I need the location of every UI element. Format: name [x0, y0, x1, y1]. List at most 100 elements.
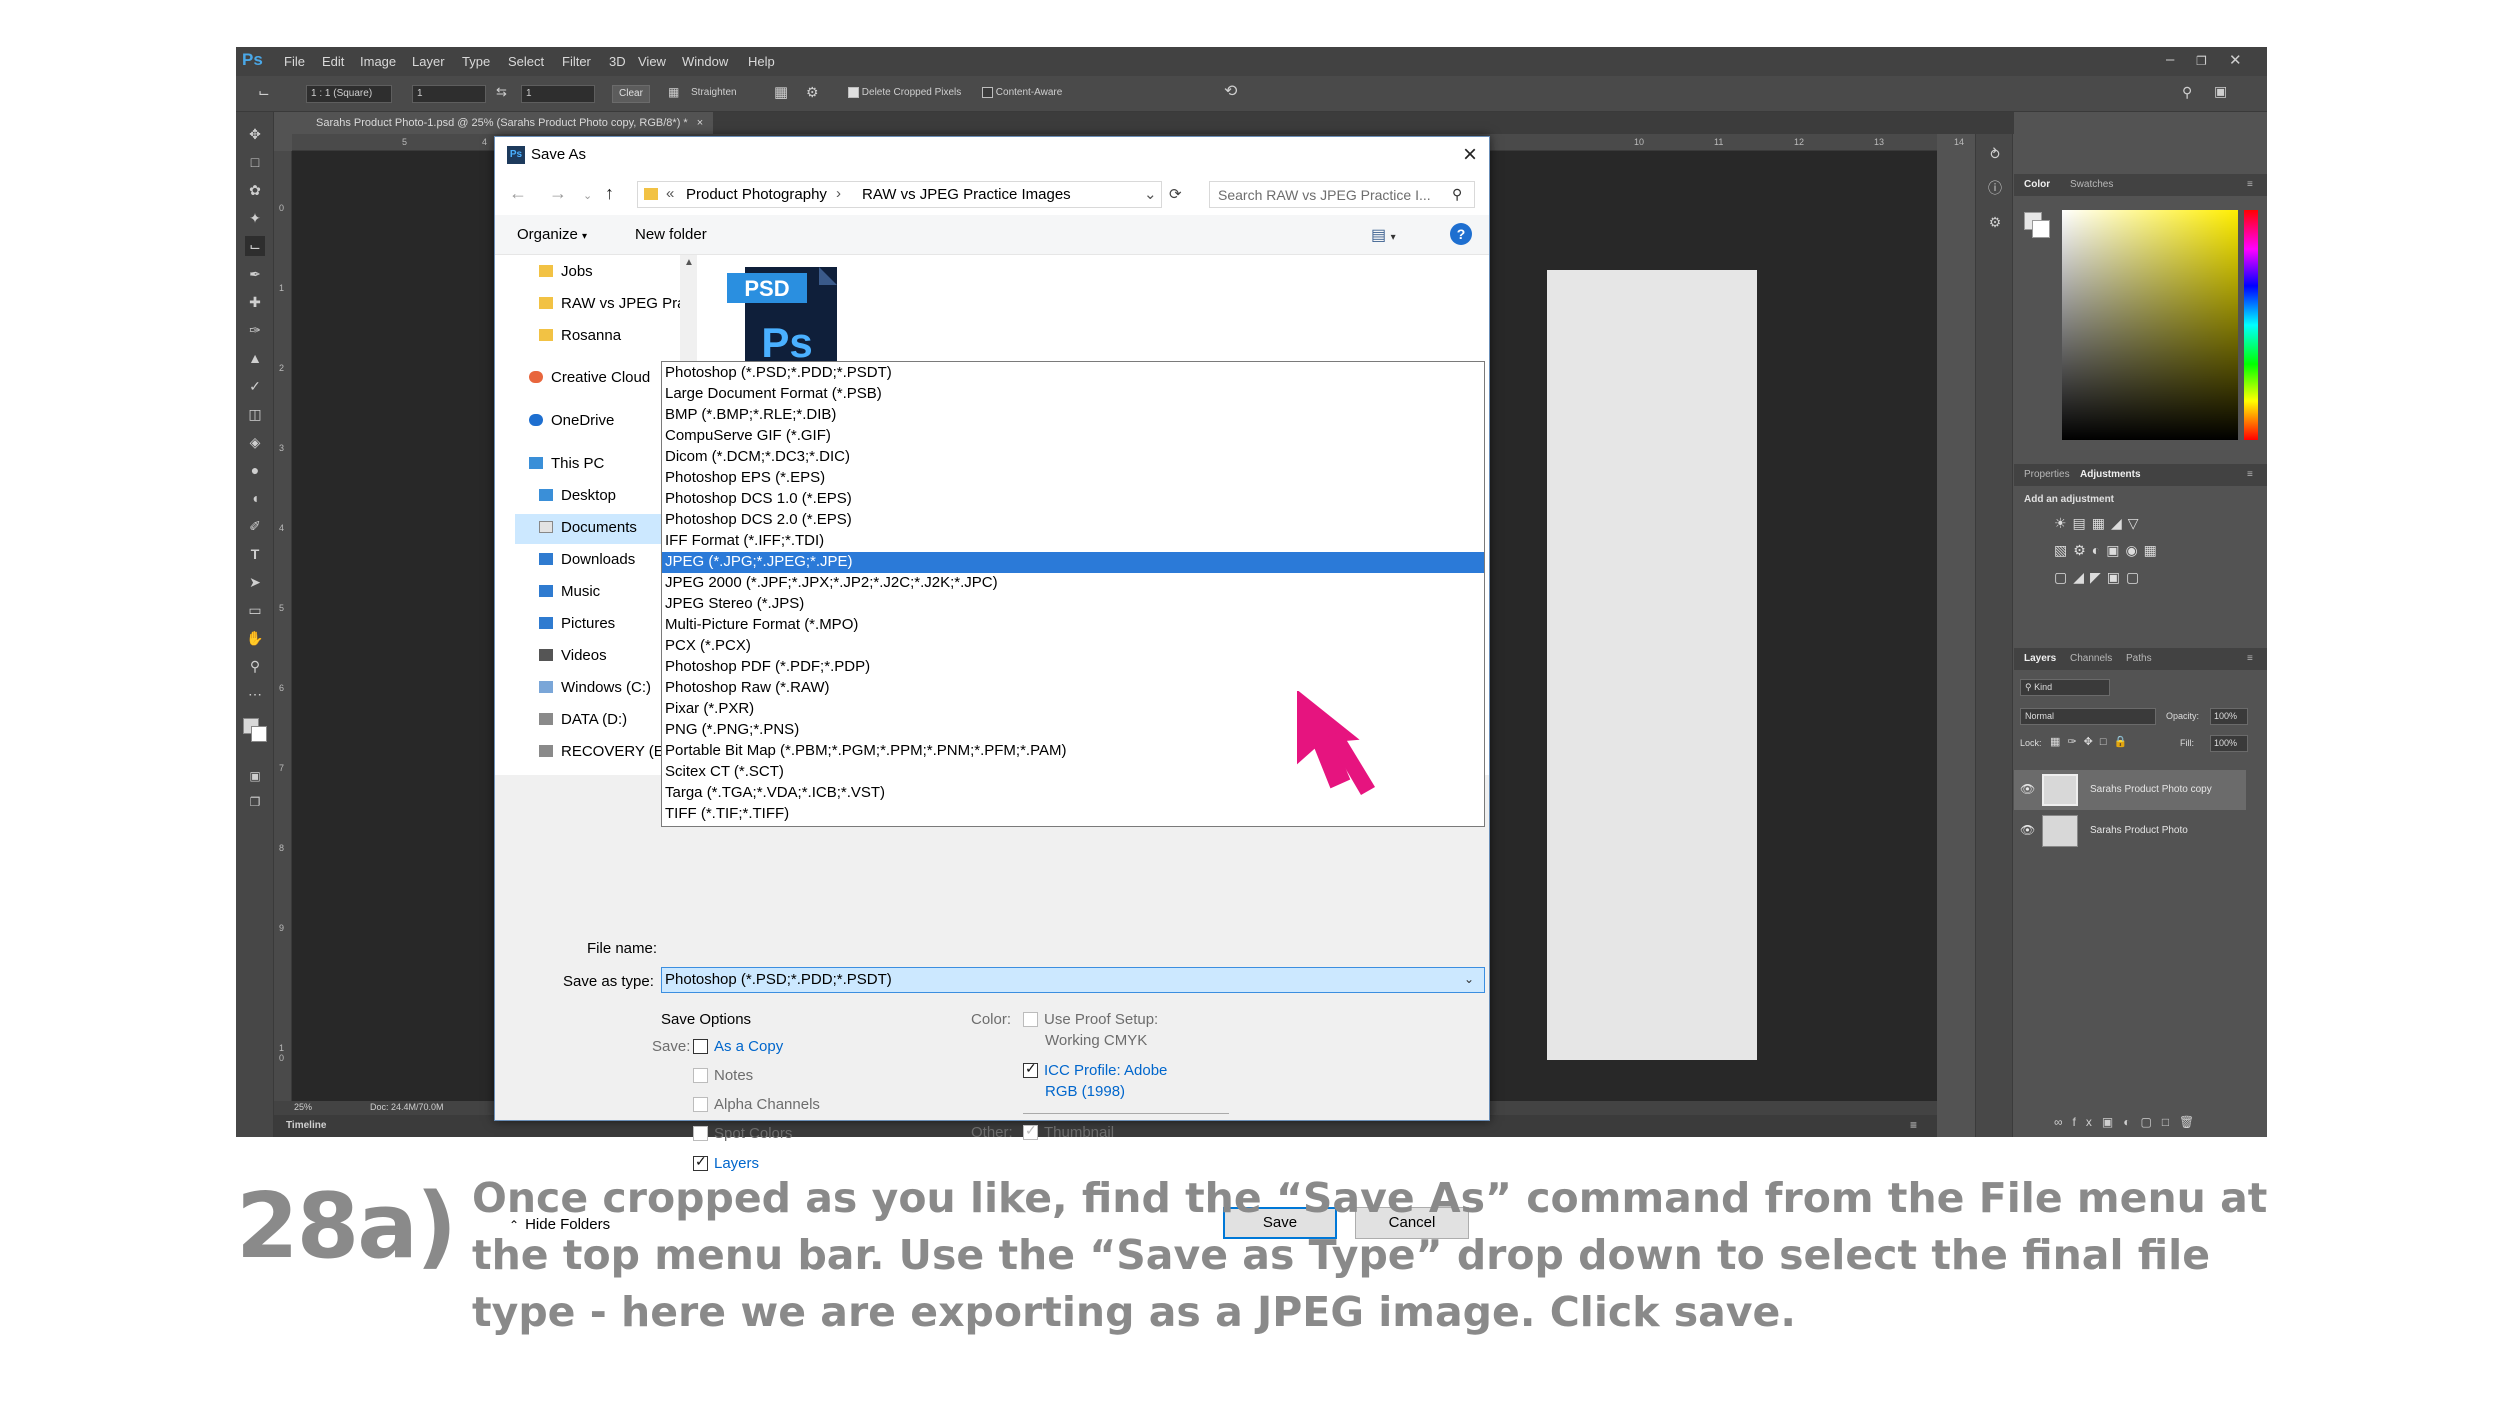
- content-aware-checkbox[interactable]: Content-Aware: [982, 87, 1062, 98]
- tab-adjustments[interactable]: Adjustments: [2080, 469, 2141, 480]
- nav-item-desktop[interactable]: Desktop: [539, 487, 616, 504]
- properties-panel-icon[interactable]: ⚙: [1985, 212, 2005, 232]
- file-type-option[interactable]: JPEG Stereo (*.JPS): [662, 594, 1484, 615]
- ratio-width-input[interactable]: 1: [412, 85, 486, 103]
- as-a-copy-checkbox[interactable]: As a Copy: [693, 1038, 783, 1055]
- quick-mask-icon[interactable]: ▣: [245, 766, 265, 786]
- scroll-up-icon[interactable]: ▲: [684, 257, 694, 268]
- panel-menu-icon[interactable]: ≡: [2247, 469, 2253, 480]
- type-tool-icon[interactable]: T: [245, 544, 265, 564]
- brush-tool-icon[interactable]: ✑: [245, 320, 265, 340]
- file-type-option[interactable]: Photoshop DCS 1.0 (*.EPS): [662, 489, 1484, 510]
- rectangle-tool-icon[interactable]: ▭: [245, 600, 265, 620]
- hand-tool-icon[interactable]: ✋: [245, 628, 265, 648]
- nav-item-onedrive[interactable]: OneDrive: [529, 412, 614, 429]
- background-color-swatch[interactable]: [2032, 220, 2050, 238]
- menu-window[interactable]: Window: [682, 54, 728, 69]
- menu-3d[interactable]: 3D: [609, 54, 626, 69]
- magic-wand-icon[interactable]: ✦: [245, 208, 265, 228]
- tab-swatches[interactable]: Swatches: [2070, 179, 2113, 190]
- document-tab[interactable]: Sarahs Product Photo-1.psd @ 25% (Sarahs…: [274, 112, 714, 134]
- nav-item-videos[interactable]: Videos: [539, 647, 607, 664]
- layer-row[interactable]: 👁 Sarahs Product Photo: [2014, 811, 2246, 851]
- icc-profile-checkbox[interactable]: ✓ ICC Profile: Adobe: [1023, 1060, 1167, 1079]
- layer-filter-select[interactable]: ⚲ Kind: [2020, 679, 2110, 696]
- view-options-icon[interactable]: ▤ ▾: [1371, 225, 1396, 245]
- refresh-icon[interactable]: ⟳: [1169, 185, 1182, 203]
- layer-row[interactable]: 👁 Sarahs Product Photo copy: [2014, 770, 2246, 810]
- blend-mode-select[interactable]: Normal: [2020, 708, 2156, 725]
- close-icon[interactable]: ×: [1463, 141, 1477, 169]
- close-tab-icon[interactable]: ×: [697, 117, 703, 129]
- tab-layers[interactable]: Layers: [2024, 653, 2056, 664]
- panel-menu-icon[interactable]: ≡: [1910, 1118, 1917, 1132]
- stamp-tool-icon[interactable]: ▲: [245, 348, 265, 368]
- lasso-tool-icon[interactable]: ✿: [245, 180, 265, 200]
- layer-actions[interactable]: ∞fx▣◐▢□🗑: [2054, 1115, 2204, 1129]
- back-arrow-icon[interactable]: ←: [509, 183, 527, 204]
- chevron-right-icon[interactable]: ›: [836, 185, 841, 202]
- background-color-swatch[interactable]: [251, 726, 267, 742]
- file-type-option[interactable]: IFF Format (*.IFF;*.TDI): [662, 531, 1484, 552]
- timeline-tab[interactable]: Timeline: [286, 1120, 326, 1131]
- hue-slider[interactable]: [2244, 210, 2258, 440]
- ratio-select[interactable]: 1 : 1 (Square): [306, 85, 392, 103]
- visibility-eye-icon[interactable]: 👁: [2020, 823, 2035, 837]
- crop-tool-icon[interactable]: ⌙: [258, 84, 270, 101]
- color-field[interactable]: [2062, 210, 2238, 440]
- panel-menu-icon[interactable]: ≡: [2247, 179, 2253, 190]
- address-bar[interactable]: « Product Photography › RAW vs JPEG Prac…: [637, 181, 1162, 208]
- nav-item-windows-drive[interactable]: Windows (C:): [539, 679, 651, 696]
- reset-icon[interactable]: ⟲: [1224, 81, 1237, 101]
- fill-input[interactable]: 100%: [2210, 735, 2248, 752]
- tab-paths[interactable]: Paths: [2126, 653, 2152, 664]
- more-tools-icon[interactable]: ⋯: [245, 684, 265, 704]
- visibility-eye-icon[interactable]: 👁: [2020, 782, 2035, 796]
- file-type-option[interactable]: JPEG (*.JPG;*.JPEG;*.JPE): [662, 552, 1484, 573]
- path-select-icon[interactable]: ➤: [245, 572, 265, 592]
- help-icon[interactable]: ?: [1450, 223, 1472, 245]
- clear-button[interactable]: Clear: [612, 85, 650, 103]
- menu-image[interactable]: Image: [360, 54, 396, 69]
- file-type-option[interactable]: Dicom (*.DCM;*.DC3;*.DIC): [662, 447, 1484, 468]
- breadcrumb-item[interactable]: RAW vs JPEG Practice Images: [862, 186, 1071, 203]
- menu-help[interactable]: Help: [748, 54, 775, 69]
- nav-item-downloads[interactable]: Downloads: [539, 551, 635, 568]
- menu-file[interactable]: File: [284, 54, 305, 69]
- ratio-height-input[interactable]: 1: [521, 85, 595, 103]
- menu-view[interactable]: View: [638, 54, 666, 69]
- nav-item-creative-cloud[interactable]: Creative Cloud: [529, 369, 650, 386]
- nav-item-music[interactable]: Music: [539, 583, 600, 600]
- lock-icons[interactable]: ▦✑✥□🔒: [2050, 735, 2134, 748]
- paint-bucket-icon[interactable]: ◈: [245, 432, 265, 452]
- healing-brush-icon[interactable]: ✚: [245, 292, 265, 312]
- nav-item-data-drive[interactable]: DATA (D:): [539, 711, 627, 728]
- grid-overlay-icon[interactable]: ▦: [774, 83, 788, 101]
- opacity-input[interactable]: 100%: [2210, 708, 2248, 725]
- nav-item-raw-vs-jpeg[interactable]: RAW vs JPEG Pra: [539, 295, 685, 312]
- menu-layer[interactable]: Layer: [412, 54, 445, 69]
- history-brush-icon[interactable]: ✓: [245, 376, 265, 396]
- nav-item-this-pc[interactable]: This PC: [529, 455, 604, 472]
- adjustment-icons[interactable]: ☀▤▦◢▽ ▧⚙◐▣◉▦ ▢◢◤▣▢: [2054, 510, 2224, 591]
- breadcrumb-overflow-icon[interactable]: «: [666, 185, 674, 202]
- psd-file-icon[interactable]: PSD Ps: [727, 267, 839, 365]
- organize-menu[interactable]: Organize ▾: [517, 226, 587, 243]
- file-type-option[interactable]: BMP (*.BMP;*.RLE;*.DIB): [662, 405, 1484, 426]
- eyedropper-icon[interactable]: ✒: [245, 264, 265, 284]
- straighten-button[interactable]: Straighten: [691, 87, 737, 98]
- marquee-tool-icon[interactable]: □: [245, 152, 265, 172]
- file-type-option[interactable]: Large Document Format (*.PSB): [662, 384, 1484, 405]
- zoom-tool-icon[interactable]: ⚲: [245, 656, 265, 676]
- file-type-option[interactable]: Photoshop EPS (*.EPS): [662, 468, 1484, 489]
- file-type-option[interactable]: Photoshop (*.PSD;*.PDD;*.PSDT): [662, 363, 1484, 384]
- menu-filter[interactable]: Filter: [562, 54, 591, 69]
- file-type-option[interactable]: TIFF (*.TIF;*.TIFF): [662, 804, 1484, 825]
- breadcrumb-item[interactable]: Product Photography: [686, 186, 827, 203]
- menu-type[interactable]: Type: [462, 54, 490, 69]
- nav-item-documents[interactable]: Documents: [539, 519, 637, 536]
- minimize-icon[interactable]: –: [2166, 51, 2174, 68]
- delete-cropped-checkbox[interactable]: Delete Cropped Pixels: [848, 87, 961, 98]
- save-as-type-select[interactable]: Photoshop (*.PSD;*.PDD;*.PSDT) ⌄: [661, 967, 1485, 993]
- nav-item-jobs[interactable]: Jobs: [539, 263, 593, 280]
